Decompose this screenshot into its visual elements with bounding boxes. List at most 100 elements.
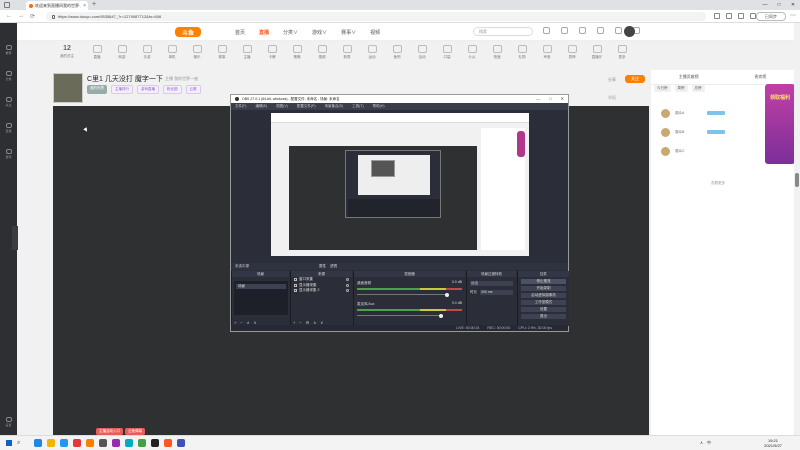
danmaku-chip[interactable]: 云鱼弹幕 xyxy=(125,428,145,435)
visibility-icon[interactable] xyxy=(346,278,349,282)
more-menu-icon[interactable]: ⋯ xyxy=(790,12,796,19)
exit-button[interactable]: 退出 xyxy=(521,314,566,319)
slider-knob[interactable] xyxy=(445,292,450,297)
nav-video[interactable]: 视频 xyxy=(370,29,380,36)
rank-user-row[interactable]: 观众C xyxy=(661,144,761,158)
tab-close-icon[interactable]: × xyxy=(83,3,86,9)
category-item[interactable]: 娱乐 xyxy=(183,45,211,67)
category-item[interactable]: 口袋 xyxy=(433,45,461,67)
category-item[interactable]: 鱼吧 xyxy=(383,45,411,67)
obs-preview[interactable] xyxy=(271,113,529,256)
start-recording-button[interactable]: 开始录制 xyxy=(521,286,566,291)
rank-user-row[interactable]: 观众B xyxy=(661,125,761,139)
tab-week[interactable]: 周榜 xyxy=(674,85,688,92)
download-icon[interactable] xyxy=(615,27,622,34)
favorites-icon[interactable] xyxy=(726,13,732,19)
visibility-icon[interactable] xyxy=(346,283,349,287)
tab-total[interactable]: 总榜 xyxy=(691,85,705,92)
obs-close-button[interactable]: ✕ xyxy=(561,95,564,103)
settings-button[interactable]: 设置 xyxy=(521,307,566,312)
volume-slider[interactable] xyxy=(357,292,450,297)
tab-today[interactable]: 今日榜 xyxy=(654,85,671,92)
category-item[interactable]: 运动 xyxy=(358,45,386,67)
forward-icon[interactable]: → xyxy=(18,13,24,20)
page-scrollbar[interactable] xyxy=(794,23,800,435)
filters-button[interactable]: 滤镜 xyxy=(330,264,337,269)
nav-category[interactable]: 分类∨ xyxy=(283,29,298,36)
user-avatar[interactable] xyxy=(624,26,635,37)
rail-item-follow[interactable]: 关注 xyxy=(2,95,15,111)
follow-button[interactable]: 关注 xyxy=(625,75,645,83)
taskbar-clock[interactable]: 19:21 2021/9/27 xyxy=(760,438,786,448)
promo-banner[interactable]: 领取福利 xyxy=(765,84,795,164)
obs-menu-profile[interactable]: 配置文件(P) xyxy=(297,104,316,109)
minimize-button[interactable]: — xyxy=(758,0,772,10)
category-item[interactable]: 主播 xyxy=(233,45,261,67)
browser-tab[interactable]: 欢迎来到直播间我的世界·上妤书、上云世界 × xyxy=(26,1,88,10)
nav-home[interactable]: 首页 xyxy=(235,29,245,36)
studio-mode-button[interactable]: 工作室模式 xyxy=(521,300,566,305)
app-icon[interactable] xyxy=(164,439,172,447)
category-item[interactable]: 声音 xyxy=(533,45,561,67)
stop-streaming-button[interactable]: 停止推流 xyxy=(521,279,566,284)
category-item[interactable]: 策略 xyxy=(283,45,311,67)
transition-duration-field[interactable]: 时长 300 ms xyxy=(470,290,513,295)
category-item[interactable]: 单机 xyxy=(158,45,186,67)
category-item[interactable]: 快速 xyxy=(483,45,511,67)
transition-type-select[interactable]: 淡出 xyxy=(470,281,513,286)
obs-app-icon[interactable] xyxy=(151,439,159,447)
app-icon[interactable] xyxy=(112,439,120,447)
profile-sync-button[interactable]: 已同步 xyxy=(756,12,786,21)
windows-start-icon[interactable] xyxy=(6,440,12,446)
collections-icon[interactable] xyxy=(738,13,744,19)
reload-icon[interactable]: ⟳ xyxy=(30,13,35,20)
site-search-input[interactable]: 搜索 xyxy=(473,27,533,36)
tray-overflow-icon[interactable]: ∧ xyxy=(700,440,703,446)
obs-menu-tools[interactable]: 工具(T) xyxy=(352,104,363,109)
url-field[interactable]: https://www.douyu.com/9535847_?r=1279087… xyxy=(46,12,706,21)
scene-item[interactable]: 场景 xyxy=(236,284,286,289)
properties-button[interactable]: 属性 xyxy=(319,264,326,269)
obs-menu-help[interactable]: 帮助(H) xyxy=(373,104,385,109)
streamer-avatar[interactable] xyxy=(53,73,83,103)
app-icon[interactable] xyxy=(73,439,81,447)
back-icon[interactable]: ← xyxy=(6,13,12,20)
category-follow[interactable]: 12 我的关注 xyxy=(53,45,81,67)
close-button[interactable]: ✕ xyxy=(786,0,800,10)
rank-user-row[interactable]: 观众A xyxy=(661,106,761,120)
rail-item-category[interactable]: 分类 xyxy=(2,69,15,85)
room-tag[interactable]: 游戏直播 xyxy=(137,85,159,94)
edge-icon[interactable] xyxy=(34,439,42,447)
maximize-button[interactable]: □ xyxy=(772,0,786,10)
rail-item-recommend[interactable]: 推荐 xyxy=(2,43,15,59)
taskbar-search-icon[interactable]: ⌕ xyxy=(17,440,20,447)
obs-menu-scenes[interactable]: 场景集合(S) xyxy=(325,104,344,109)
room-tag[interactable]: 主播排行 xyxy=(111,85,133,94)
virtual-camera-button[interactable]: 启动虚拟摄像机 xyxy=(521,293,566,298)
douyu-icon[interactable] xyxy=(86,439,94,447)
obs-menu-file[interactable]: 文件(F) xyxy=(235,104,246,109)
category-item[interactable]: 赛事 xyxy=(208,45,236,67)
store-icon[interactable] xyxy=(60,439,68,447)
share-link[interactable]: 分享 xyxy=(608,77,616,83)
category-item[interactable]: 更多 xyxy=(608,45,636,67)
history-icon[interactable] xyxy=(543,27,550,34)
app-icon[interactable] xyxy=(177,439,185,447)
tab-vip[interactable]: 贵宾榜 xyxy=(754,74,766,80)
steam-icon[interactable] xyxy=(99,439,107,447)
category-item[interactable]: 视频 xyxy=(308,45,336,67)
report-link[interactable]: 举报 xyxy=(608,95,616,101)
category-item[interactable]: 新秀 xyxy=(333,45,361,67)
see-more-link[interactable]: 查看更多 xyxy=(711,181,725,186)
read-aloud-icon[interactable] xyxy=(714,13,720,19)
category-item[interactable]: 直播 xyxy=(83,45,111,67)
nav-events[interactable]: 赛事∨ xyxy=(341,29,356,36)
obs-maximize-button[interactable]: □ xyxy=(549,95,551,103)
visibility-icon[interactable] xyxy=(346,289,349,293)
ime-indicator[interactable]: 中 xyxy=(707,440,711,446)
obs-menu-view[interactable]: 视图(V) xyxy=(276,104,288,109)
nav-games[interactable]: 游戏∨ xyxy=(312,29,327,36)
category-item[interactable]: 男神 xyxy=(558,45,586,67)
obs-menu-edit[interactable]: 编辑(E) xyxy=(255,104,267,109)
site-logo[interactable]: 斗鱼 xyxy=(175,27,201,37)
